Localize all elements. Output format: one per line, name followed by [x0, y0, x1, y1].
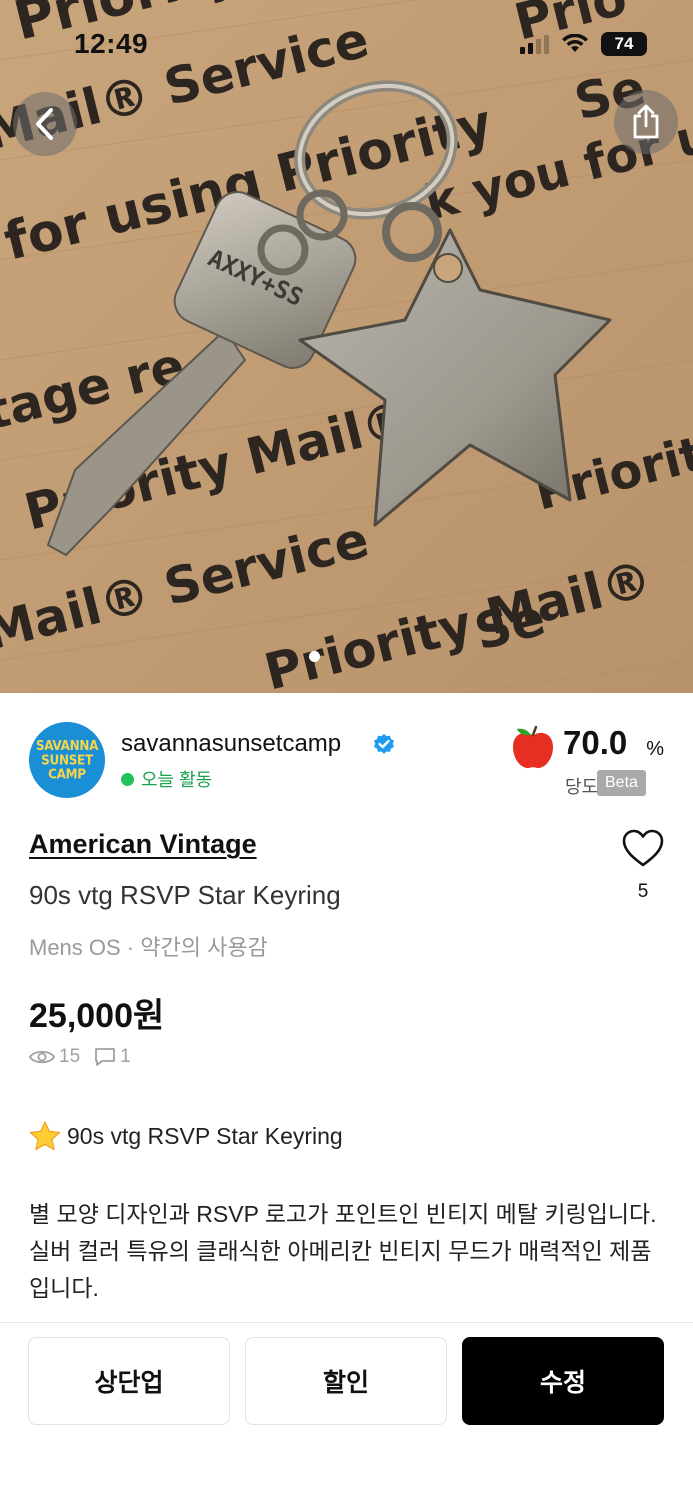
chevron-left-icon: [36, 108, 53, 140]
star-emoji-icon: [29, 1121, 61, 1151]
discount-button[interactable]: 할인: [245, 1337, 447, 1425]
action-bar: 상단업 할인 수정: [28, 1337, 664, 1425]
online-dot-icon: [121, 772, 134, 786]
description-body: 별 모양 디자인과 RSVP 로고가 포인트인 빈티지 메탈 키링입니다. 실버…: [29, 1201, 657, 1301]
activity-status: 오늘 활동: [121, 766, 212, 792]
seller-name[interactable]: savannasunsetcamp: [121, 730, 341, 758]
seller-row[interactable]: SAVANNA SUNSET CAMP savannasunsetcamp 오늘…: [29, 722, 669, 802]
beta-badge: Beta: [597, 770, 646, 796]
product-title: 90s vtg RSVP Star Keyring: [29, 880, 341, 910]
wifi-icon: [562, 34, 588, 52]
share-button[interactable]: [614, 90, 678, 154]
product-stats: 15 1: [29, 1046, 131, 1068]
bump-button[interactable]: 상단업: [28, 1337, 230, 1425]
verified-badge-icon: [374, 734, 394, 754]
eye-icon: [29, 1050, 55, 1064]
carousel-page-indicator: [309, 651, 320, 662]
rating-unit: %: [646, 738, 664, 760]
avatar-logo: SAVANNA SUNSET CAMP: [35, 737, 99, 782]
like-button[interactable]: 5: [618, 828, 668, 908]
photo-illustration: Priority Mail® Service for using Priorit…: [0, 0, 693, 693]
product-meta: Mens OS · 약간의 사용감: [29, 935, 268, 960]
rating-value: 70.0: [563, 724, 628, 761]
status-bar: 12:49 74: [0, 0, 693, 90]
clock: 12:49: [74, 28, 149, 59]
battery-icon: 74: [601, 32, 647, 56]
rating-label: 당도: [565, 777, 599, 797]
price: 25,000원: [29, 997, 165, 1035]
divider: [0, 1322, 693, 1323]
view-count: 15: [59, 1046, 81, 1067]
avatar[interactable]: SAVANNA SUNSET CAMP: [29, 722, 105, 798]
status-icons: 74: [520, 32, 647, 56]
activity-label: 오늘 활동: [141, 770, 213, 790]
share-icon: [633, 104, 659, 139]
edit-button[interactable]: 수정: [462, 1337, 664, 1425]
brand-link[interactable]: American Vintage: [29, 829, 257, 860]
product-photo[interactable]: Priority Mail® Service for using Priorit…: [0, 0, 693, 693]
description-title-text: 90s vtg RSVP Star Keyring: [67, 1123, 343, 1149]
heart-icon: [622, 829, 664, 867]
comment-icon: [95, 1048, 116, 1066]
cellular-signal-icon: [520, 34, 549, 54]
description-heading: 90s vtg RSVP Star Keyring: [29, 1121, 343, 1152]
apple-icon: [513, 725, 553, 769]
sweetness-rating[interactable]: 70.0 % 당도 Beta: [509, 722, 669, 802]
like-count: 5: [637, 881, 649, 902]
back-button[interactable]: [13, 92, 77, 156]
comment-count: 1: [120, 1046, 131, 1067]
